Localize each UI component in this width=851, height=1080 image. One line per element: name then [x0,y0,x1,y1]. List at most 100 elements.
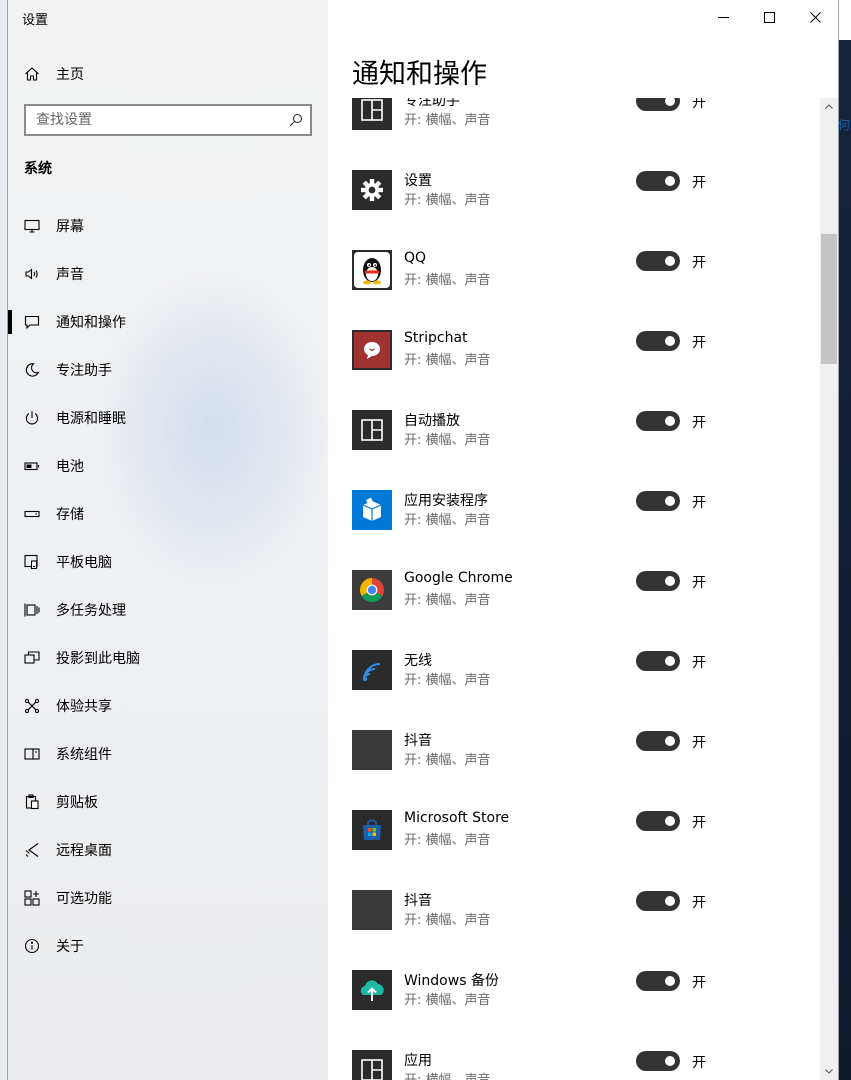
background-left-strip [0,0,8,1080]
notification-toggle[interactable] [636,811,680,831]
sidebar-item-label: 投影到此电脑 [56,651,140,667]
toggle-knob [665,896,675,906]
app-name[interactable]: Stripchat [404,330,468,346]
sidebar-item-multitask[interactable]: 多任务处理 [8,586,328,634]
sidebar-item-optional-features[interactable]: 可选功能 [8,874,328,922]
toggle-state-label: 开 [692,175,706,191]
app-list-inner: 专注助手 开: 横幅、声音开 设置 开: 横幅、声音开 QQ 开: 横幅、声音开 St… [328,98,820,1080]
app-name[interactable]: 设置 [404,170,432,190]
app-notification-status: 开: 横幅、声音 [404,433,491,448]
scrollbar[interactable] [820,98,838,1080]
qq-penguin-icon[interactable] [352,250,392,290]
app-notification-status: 开: 横幅、声音 [404,753,491,768]
notification-toggle[interactable] [636,491,680,511]
sidebar-item-storage[interactable]: 存储 [8,490,328,538]
app-name[interactable]: Windows 备份 [404,970,499,990]
app-name[interactable]: 无线 [404,650,432,670]
toggle-knob [665,576,675,586]
generic-app-icon[interactable] [352,98,392,130]
app-row[interactable]: 应用安装程序 开: 横幅、声音 开 [328,480,820,560]
sidebar-item-tablet[interactable]: 平板电脑 [8,538,328,586]
notification-toggle[interactable] [636,891,680,911]
app-name[interactable]: 应用 [404,1050,432,1070]
backup-cloud-icon[interactable] [352,970,392,1010]
app-name[interactable]: Google Chrome [404,570,513,586]
sidebar-item-monitor[interactable]: 屏幕 [8,202,328,250]
sidebar-item-remote-desktop[interactable]: 远程桌面 [8,826,328,874]
maximize-button[interactable] [746,0,792,34]
app-row[interactable]: Windows 备份 开: 横幅、声音 开 [328,960,820,1040]
notification-toggle[interactable] [636,171,680,191]
app-name[interactable]: 抖音 [404,890,432,910]
blank-app-icon[interactable] [352,730,392,770]
app-row[interactable]: QQ 开: 横幅、声音 开 [328,240,820,320]
search-icon[interactable] [289,113,303,127]
sidebar-item-label: 电源和睡眠 [56,411,126,427]
sidebar-item-share[interactable]: 体验共享 [8,682,328,730]
notification-toggle[interactable] [636,971,680,991]
sidebar-item-power[interactable]: 电源和睡眠 [8,394,328,442]
toggle-state-label: 开 [692,655,706,671]
sidebar-item-info[interactable]: 关于 [8,922,328,970]
sidebar-item-components[interactable]: 系统组件 [8,730,328,778]
app-installer-icon[interactable] [352,490,392,530]
scroll-down-icon[interactable] [824,1066,834,1076]
app-notification-status: 开: 横幅、声音 [404,113,491,128]
app-name[interactable]: QQ [404,250,426,266]
stripchat-icon[interactable] [352,330,392,370]
home-link[interactable]: 主页 [24,62,84,86]
settings-gear-icon[interactable] [352,170,392,210]
app-row[interactable]: 应用开: 横幅、声音 开 [328,1040,820,1080]
sidebar-item-battery[interactable]: 电池 [8,442,328,490]
app-row[interactable]: 专注助手 开: 横幅、声音开 [328,98,820,160]
app-row[interactable]: Stripchat 开: 横幅、声音 开 [328,320,820,400]
app-name[interactable]: 自动播放 [404,410,460,430]
app-row[interactable]: 无线 开: 横幅、声音 开 [328,640,820,720]
notification-toggle[interactable] [636,571,680,591]
notification-toggle[interactable] [636,98,680,111]
close-button[interactable] [792,0,838,34]
notification-toggle[interactable] [636,251,680,271]
app-row[interactable]: 设置 开: 横幅、声音 开 [328,160,820,240]
sidebar-item-notification[interactable]: 通知和操作 [8,298,328,346]
app-row[interactable]: 抖音 开: 横幅、声音 开 [328,720,820,800]
maximize-icon [763,11,775,23]
toggle-knob [665,656,675,666]
sidebar-item-label: 专注助手 [56,363,112,379]
minimize-button[interactable] [700,0,746,34]
app-row[interactable]: 抖音 开: 横幅、声音 开 [328,880,820,960]
notification-toggle[interactable] [636,731,680,751]
app-name[interactable]: 应用安装程序 [404,490,488,510]
generic-app-icon[interactable] [352,410,392,450]
sidebar-item-moon[interactable]: 专注助手 [8,346,328,394]
moon-icon [25,363,40,377]
notification-toggle[interactable] [636,331,680,351]
app-notification-status: 开: 横幅、声音 [404,993,491,1008]
monitor-icon [24,219,40,233]
app-notification-list: 专注助手 开: 横幅、声音开 设置 开: 横幅、声音开 QQ 开: 横幅、声音开 St… [328,98,820,1080]
notification-toggle[interactable] [636,1051,680,1071]
notification-toggle[interactable] [636,651,680,671]
app-row[interactable]: Google Chrome 开: 横幅、声音 开 [328,560,820,640]
wireless-icon[interactable] [352,650,392,690]
scroll-up-icon[interactable] [824,102,834,112]
scrollbar-thumb[interactable] [821,234,837,364]
app-row[interactable]: 自动播放 开: 横幅、声音 开 [328,400,820,480]
toggle-knob [665,496,675,506]
generic-app-icon[interactable] [352,1050,392,1080]
notification-toggle[interactable] [636,411,680,431]
chrome-icon[interactable] [352,570,392,610]
app-name[interactable]: Microsoft Store [404,810,509,826]
sidebar-item-clipboard[interactable]: 剪贴板 [8,778,328,826]
speaker-icon [25,268,38,280]
app-notification-status: 开: 横幅、声音 [404,353,491,368]
clipboard-icon [25,794,39,810]
store-icon[interactable] [352,810,392,850]
search-input[interactable] [26,106,286,134]
blank-app-icon[interactable] [352,890,392,930]
app-row[interactable]: Microsoft Store 开: 横幅、声音 开 [328,800,820,880]
page-title: 通知和操作 [352,59,487,90]
app-name[interactable]: 抖音 [404,730,432,750]
sidebar-item-speaker[interactable]: 声音 [8,250,328,298]
sidebar-item-project[interactable]: 投影到此电脑 [8,634,328,682]
